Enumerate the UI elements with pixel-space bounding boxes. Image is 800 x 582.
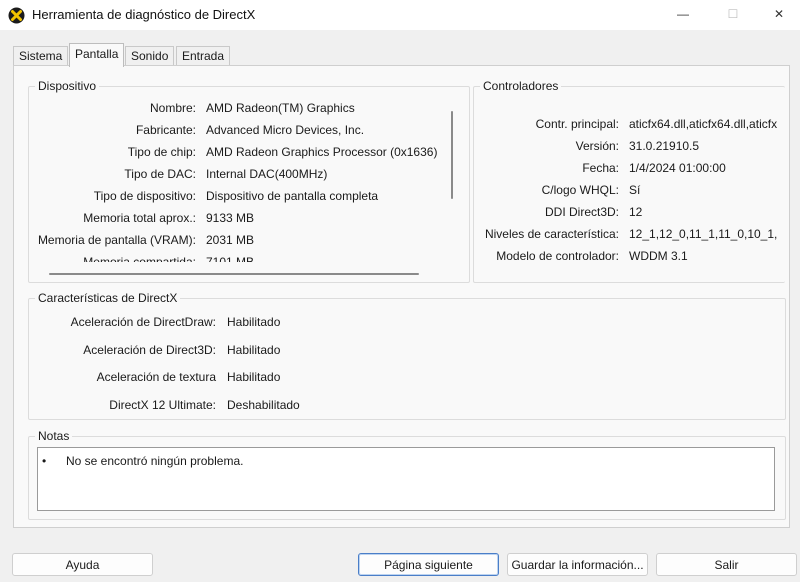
device-label: Tipo de chip: — [127, 145, 196, 159]
feature-value: Deshabilitado — [227, 398, 300, 412]
driver-label: Fecha: — [582, 161, 619, 175]
driver-value: 31.0.21910.5 — [629, 139, 700, 153]
drivers-info-list: Contr. principal: aticfx64.dll,aticfx64.… — [474, 115, 785, 275]
driver-value: 12_1,12_0,11_1,11_0,10_1, — [629, 227, 778, 241]
feature-value: Habilitado — [227, 370, 281, 384]
driver-value: aticfx64.dll,aticfx64.dll,aticfx — [629, 117, 778, 131]
notes-title: Notas — [35, 429, 73, 443]
driver-value: Sí — [629, 183, 641, 197]
device-info-list: Nombre: AMD Radeon(TM) Graphics Fabrican… — [29, 99, 455, 262]
driver-label: Modelo de controlador: — [496, 249, 619, 263]
window-title: Herramienta de diagnóstico de DirectX — [32, 7, 256, 22]
tab-entrada[interactable]: Entrada — [176, 46, 231, 66]
device-group-title: Dispositivo — [35, 79, 100, 93]
device-value: Internal DAC(400MHz) — [206, 167, 328, 181]
feature-value: Habilitado — [227, 315, 281, 329]
driver-value: WDDM 3.1 — [629, 249, 688, 263]
driver-label: DDI Direct3D: — [544, 205, 619, 219]
next-page-button[interactable]: Página siguiente — [358, 553, 499, 576]
device-label: Memoria de pantalla (VRAM): — [37, 233, 196, 247]
directx-app-icon — [8, 7, 25, 24]
directx-features-group: Características de DirectX Aceleración d… — [28, 291, 786, 420]
device-value: AMD Radeon Graphics Processor (0x1636) — [206, 145, 438, 159]
notes-textbox[interactable]: • No se encontró ningún problema. — [37, 447, 775, 511]
driver-label: Contr. principal: — [535, 117, 619, 131]
device-value: 2031 MB — [206, 233, 255, 247]
device-value: Dispositivo de pantalla completa — [206, 189, 379, 203]
directx-features-title: Características de DirectX — [35, 291, 181, 305]
device-label: Tipo de dispositivo: — [93, 189, 196, 203]
title-bar: Herramienta de diagnóstico de DirectX — … — [0, 0, 800, 30]
save-info-button[interactable]: Guardar la información... — [507, 553, 648, 576]
device-value: 7101 MB — [206, 255, 255, 262]
tab-sistema[interactable]: Sistema — [13, 46, 69, 66]
note-item: No se encontró ningún problema. — [66, 454, 244, 468]
device-horizontal-scrollbar[interactable] — [49, 273, 419, 275]
drivers-group-title: Controladores — [480, 79, 562, 93]
driver-label: Versión: — [575, 139, 619, 153]
feature-value: Habilitado — [227, 343, 281, 357]
feature-label: Aceleración de textura — [96, 370, 216, 384]
driver-label: C/logo WHQL: — [541, 183, 619, 197]
device-label: Nombre: — [149, 101, 196, 115]
maximize-icon[interactable]: ☐ — [710, 0, 756, 30]
device-label: Memoria compartida: — [83, 255, 196, 262]
feature-label: DirectX 12 Ultimate: — [109, 398, 216, 412]
device-value: Advanced Micro Devices, Inc. — [206, 123, 365, 137]
driver-label: Niveles de característica: — [484, 227, 619, 241]
tab-sonido[interactable]: Sonido — [125, 46, 175, 66]
drivers-group: Controladores Contr. principal: aticfx64… — [473, 79, 785, 283]
close-icon[interactable]: ✕ — [756, 0, 800, 30]
driver-value: 1/4/2024 01:00:00 — [629, 161, 726, 175]
device-group: Dispositivo Nombre: AMD Radeon(TM) Graph… — [28, 79, 470, 283]
bullet-icon: • — [42, 454, 47, 468]
feature-label: Aceleración de Direct3D: — [83, 343, 216, 357]
device-label: Memoria total aprox.: — [83, 211, 196, 225]
device-label: Tipo de DAC: — [124, 167, 196, 181]
device-value: AMD Radeon(TM) Graphics — [206, 101, 355, 115]
exit-button[interactable]: Salir — [656, 553, 797, 576]
feature-label: Aceleración de DirectDraw: — [70, 315, 216, 329]
device-value: 9133 MB — [206, 211, 255, 225]
device-label: Fabricante: — [135, 123, 196, 137]
minimize-icon[interactable]: — — [660, 0, 706, 30]
device-vertical-scrollbar[interactable] — [451, 111, 453, 199]
driver-value: 12 — [629, 205, 643, 219]
help-button[interactable]: Ayuda — [12, 553, 153, 576]
tab-pantalla[interactable]: Pantalla — [69, 43, 125, 67]
